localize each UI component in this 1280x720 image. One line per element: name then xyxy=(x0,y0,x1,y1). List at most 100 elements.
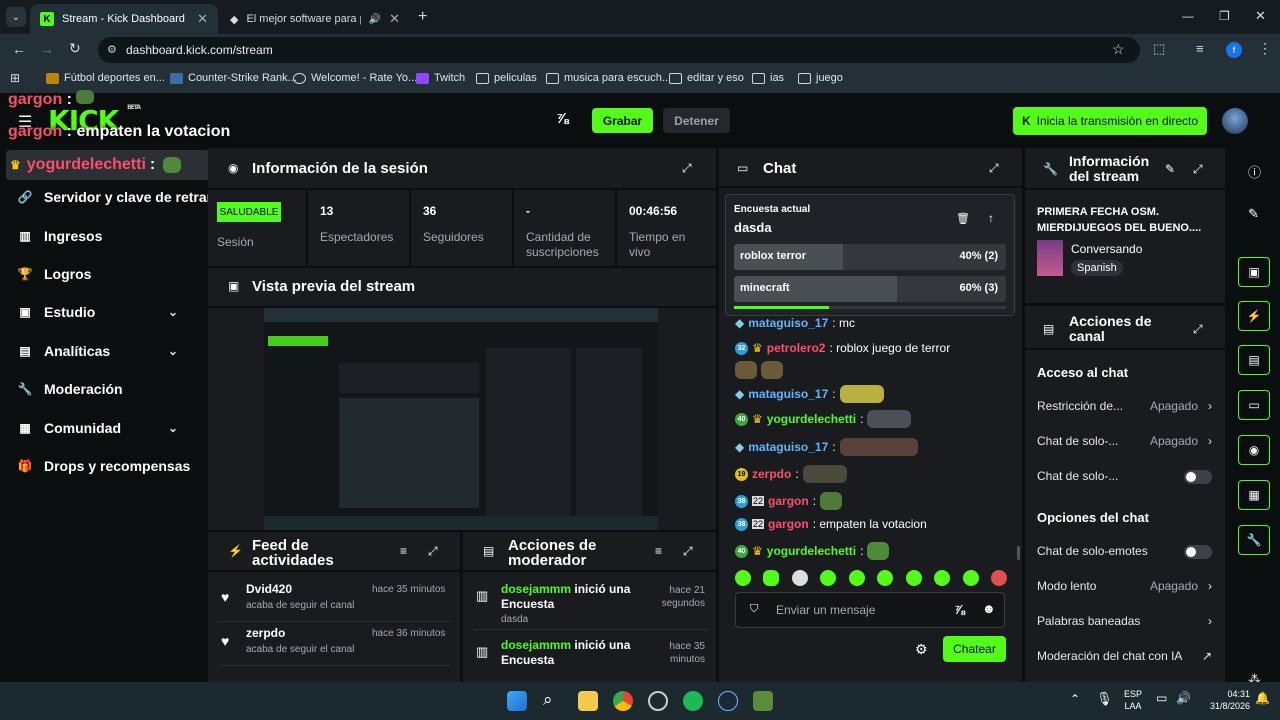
edit-pencil-icon[interactable]: ✎ xyxy=(1248,206,1259,222)
bookmark-folder[interactable]: editar y eso xyxy=(669,72,744,84)
stop-button[interactable]: Detener xyxy=(663,108,730,133)
sidebar-item-studio[interactable]: ▣ Estudio ⌄ xyxy=(18,304,198,320)
poll-option-roblox[interactable]: roblox terror 40% (2) xyxy=(734,244,1006,270)
rail-document-icon[interactable]: ▤ xyxy=(1238,345,1270,375)
new-tab-button[interactable]: + xyxy=(418,8,427,26)
sidebar-item-moderation[interactable]: 🔧 Moderación xyxy=(18,381,123,397)
rail-record-icon[interactable]: ◉ xyxy=(1238,435,1270,465)
bookmark-folder[interactable]: musica para escuch... xyxy=(546,72,671,84)
sidebar-item-achievements[interactable]: 🏆 Logros xyxy=(18,266,92,282)
go-live-button[interactable]: K Inicia la transmisión en directo xyxy=(1013,107,1207,135)
app-icon[interactable] xyxy=(648,691,668,711)
close-tab-icon[interactable]: ✕ xyxy=(197,11,208,27)
volume-icon[interactable]: 🔊 xyxy=(1176,691,1191,705)
sidebar-item-server-key[interactable]: 🔗 Servidor y clave de retrans xyxy=(18,189,223,205)
sidebar-item-analytics[interactable]: ▤ Analíticas ⌄ xyxy=(18,343,198,359)
expand-icon[interactable]: ⤢ xyxy=(682,161,692,176)
minecraft-icon[interactable] xyxy=(753,691,773,711)
start-icon[interactable] xyxy=(507,691,527,711)
rail-video-icon[interactable]: ▣ xyxy=(1238,257,1270,287)
microphone-icon[interactable]: 🎙 xyxy=(1096,691,1113,707)
bookmark-folder[interactable]: juego xyxy=(798,72,843,84)
emote-button[interactable] xyxy=(820,570,837,586)
tab-software[interactable]: ◆ El mejor software para pote 🔊 ✕ xyxy=(220,4,410,34)
expand-icon[interactable]: ⤢ xyxy=(683,544,693,559)
filter-icon[interactable]: ≡ xyxy=(655,544,662,558)
expand-icon[interactable]: ⤢ xyxy=(428,544,438,559)
filter-icon[interactable]: ≡ xyxy=(400,544,407,558)
sidebar-item-revenue[interactable]: ▥ Ingresos xyxy=(18,228,102,244)
send-chat-button[interactable]: Chatear xyxy=(943,636,1006,662)
poll-option-minecraft[interactable]: minecraft 60% (3) xyxy=(734,276,1006,302)
setting-row[interactable]: Palabras baneadas › xyxy=(1037,614,1212,628)
audio-icon[interactable]: 🔊 xyxy=(369,14,381,25)
notification-bell-icon[interactable]: 🔔 xyxy=(1255,691,1270,705)
emote-button[interactable] xyxy=(735,570,751,586)
media-icon[interactable]: ≡ xyxy=(1196,41,1204,56)
emote-button[interactable] xyxy=(877,570,894,586)
rail-wrench-icon[interactable]: 🔧 xyxy=(1238,525,1270,555)
emote-button[interactable] xyxy=(934,570,951,586)
bookmark-star-icon[interactable]: ☆ xyxy=(1112,41,1125,58)
bookmark-item[interactable]: Counter-Strike Rank... xyxy=(170,72,297,84)
language-indicator[interactable]: ESP LAA xyxy=(1124,688,1142,712)
bookmark-item[interactable]: Welcome! - Rate Yo... xyxy=(293,72,417,84)
apps-grid-icon[interactable]: ⊞ xyxy=(10,71,20,85)
info-icon[interactable]: ⓘ xyxy=(1248,162,1261,181)
close-tab-icon[interactable]: ✕ xyxy=(389,11,400,27)
chat-scrollbar[interactable] xyxy=(1017,546,1020,560)
expand-icon[interactable]: ⤢ xyxy=(1193,162,1203,177)
chat-input[interactable]: ⛉ Enviar un mensaje ⅞ ☻ xyxy=(735,592,1005,628)
emote-button[interactable] xyxy=(990,570,1007,586)
forward-icon[interactable]: → xyxy=(40,41,54,57)
trash-icon[interactable]: 🗑 xyxy=(956,212,970,225)
sidebar-item-community[interactable]: ▦ Comunidad ⌄ xyxy=(18,420,198,436)
menu-dots-icon[interactable]: ⋮ xyxy=(1258,40,1272,57)
setting-row[interactable]: Restricción de... Apagado › xyxy=(1037,399,1212,413)
site-info-icon[interactable]: ⚙ xyxy=(107,43,117,56)
back-icon[interactable]: ← xyxy=(12,41,26,57)
clock[interactable]: 04:31 31/8/2026 xyxy=(1196,688,1250,712)
bookmark-folder[interactable]: ias xyxy=(752,72,784,84)
arrow-up-icon[interactable]: ↑ xyxy=(988,211,994,225)
close-window-button[interactable]: ✕ xyxy=(1255,8,1266,24)
rail-chat-icon[interactable]: ▭ xyxy=(1238,390,1270,420)
network-icon[interactable]: ▭ xyxy=(1156,691,1167,705)
expand-icon[interactable]: ⤢ xyxy=(1193,322,1203,337)
extensions-icon[interactable]: ⬚ xyxy=(1153,41,1165,57)
emote-button[interactable] xyxy=(791,570,808,586)
reload-icon[interactable]: ↻ xyxy=(69,40,81,57)
setting-row[interactable]: Moderación del chat con IA ↗ xyxy=(1037,649,1212,663)
emote-button[interactable] xyxy=(962,570,979,586)
file-explorer-icon[interactable] xyxy=(578,691,598,711)
setting-row[interactable]: Modo lento Apagado › xyxy=(1037,579,1212,593)
toggle-switch[interactable] xyxy=(1184,545,1212,559)
edit-pencil-icon[interactable]: ✎ xyxy=(1165,162,1175,176)
record-button[interactable]: Grabar xyxy=(592,108,653,133)
spotify-icon[interactable] xyxy=(683,691,703,711)
sidebar-item-drops[interactable]: 🎁 Drops y recompensas xyxy=(18,458,191,474)
emote-button[interactable] xyxy=(905,570,922,586)
emoji-icon[interactable]: ☻ xyxy=(982,601,996,616)
tab-list-button[interactable]: ⌄ xyxy=(6,7,26,27)
bookmark-folder[interactable]: peliculas xyxy=(476,72,537,84)
steam-icon[interactable] xyxy=(718,691,738,711)
toggle-switch[interactable] xyxy=(1184,470,1212,484)
emote-button[interactable] xyxy=(848,570,865,586)
emote-button[interactable] xyxy=(763,570,780,586)
kick-studio-icon[interactable]: ⅞ xyxy=(556,110,569,127)
kick-emote-icon[interactable]: ⅞ xyxy=(954,602,965,617)
profile-avatar[interactable]: f xyxy=(1226,42,1242,58)
rail-channel-icon[interactable]: ▦ xyxy=(1238,480,1270,510)
bookmark-item[interactable]: Fútbol deportes en... xyxy=(46,72,165,84)
address-input[interactable]: ⚙ dashboard.kick.com/stream ☆ xyxy=(98,37,1140,63)
chevron-up-icon[interactable]: ⌃ xyxy=(1070,692,1080,706)
rail-lightning-icon[interactable]: ⚡ xyxy=(1238,301,1270,331)
maximize-button[interactable]: ❐ xyxy=(1219,9,1230,23)
bookmark-item[interactable]: Twitch xyxy=(416,72,465,84)
stream-preview-video[interactable] xyxy=(264,308,658,530)
setting-row[interactable]: Chat de solo-... Apagado › xyxy=(1037,434,1212,448)
chrome-icon[interactable] xyxy=(613,691,633,711)
tab-kick-dashboard[interactable]: K Stream - Kick Dashboard ✕ xyxy=(30,4,218,34)
minimize-button[interactable]: — xyxy=(1182,9,1194,23)
